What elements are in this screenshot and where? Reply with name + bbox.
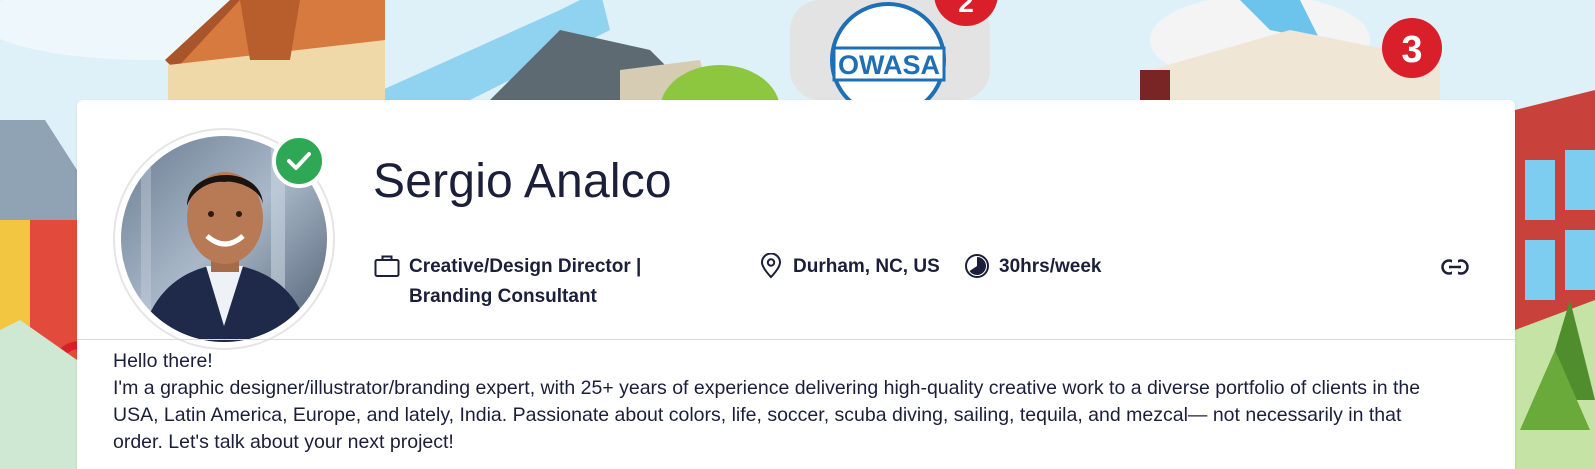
avatar-frame <box>115 130 333 348</box>
profile-card: Sergio Analco Creative/Design Director |… <box>77 100 1515 469</box>
clock-pie-icon <box>963 252 991 280</box>
profile-header: Sergio Analco Creative/Design Director |… <box>77 100 1515 348</box>
owasa-logo-text: OWASA <box>838 50 940 80</box>
profile-bio: Hello there! I'm a graphic designer/illu… <box>113 348 1453 456</box>
profile-role-text: Creative/Design Director | Branding Cons… <box>409 252 641 312</box>
step-badge-three: 3 <box>1401 29 1422 71</box>
profile-name: Sergio Analco <box>373 155 672 208</box>
profile-role: Creative/Design Director | Branding Cons… <box>373 252 693 312</box>
profile-role-line-1: Creative/Design Director | <box>409 256 642 277</box>
bio-greeting: Hello there! <box>113 350 213 372</box>
profile-role-line-2: Branding Consultant <box>409 286 597 307</box>
profile-location: Durham, NC, US <box>757 252 940 282</box>
share-link-button[interactable] <box>1439 252 1471 282</box>
header-divider <box>77 339 1515 340</box>
checkmark-icon <box>287 152 311 170</box>
verified-badge <box>272 134 326 188</box>
profile-location-text: Durham, NC, US <box>793 256 940 277</box>
bio-text: I'm a graphic designer/illustrator/brand… <box>113 377 1421 453</box>
briefcase-icon <box>373 252 401 280</box>
map-pin-icon <box>757 252 785 280</box>
step-badge-two: 2 <box>958 0 974 18</box>
link-icon <box>1441 259 1469 275</box>
profile-availability-text: 30hrs/week <box>999 256 1102 277</box>
profile-availability: 30hrs/week <box>963 252 1101 282</box>
